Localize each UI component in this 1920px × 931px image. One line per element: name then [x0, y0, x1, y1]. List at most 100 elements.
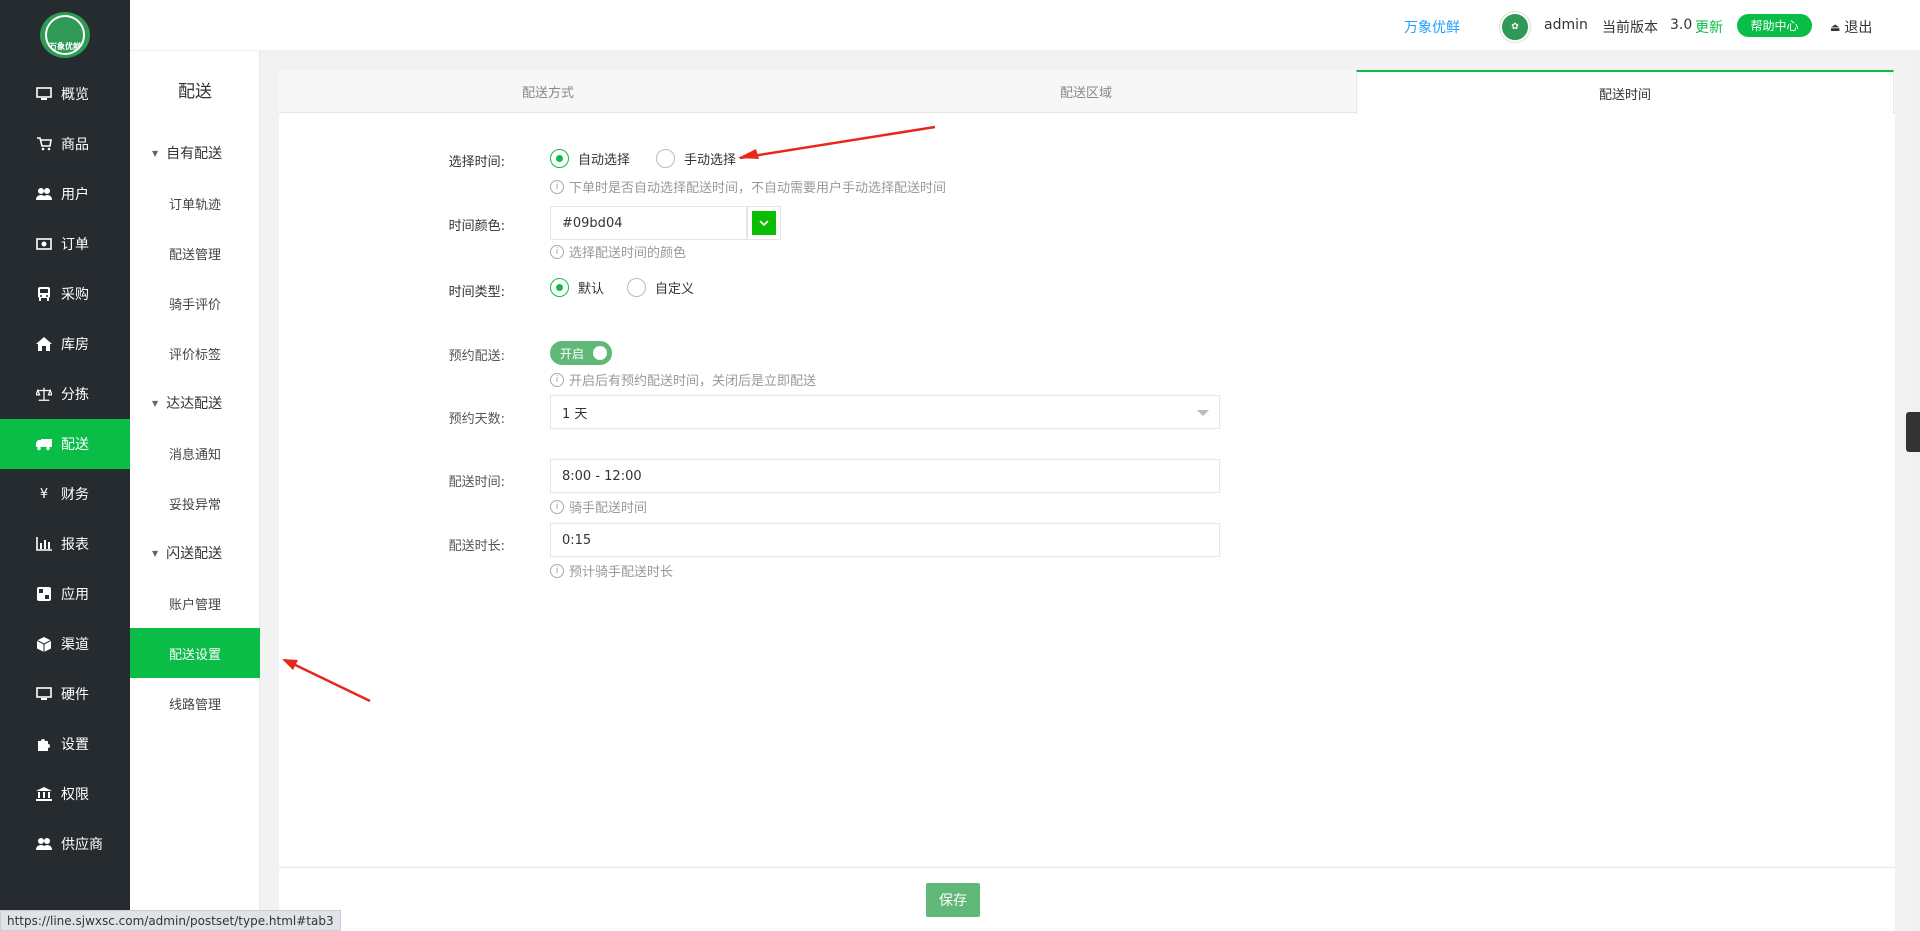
radio-label: 手动选择 — [684, 153, 737, 168]
elephant-logo-icon: ✿ — [1511, 22, 1519, 32]
nav-item-users[interactable]: 用户 — [0, 169, 130, 219]
main-nav: 万象优鲜 概览 商品 用户 订单 采购 库房 分拣 配送 ¥ 财务 报表 应用 … — [0, 0, 130, 931]
info-icon: i — [550, 563, 564, 578]
group-label: 闪送配送 — [166, 546, 223, 562]
nav-item-warehouse[interactable]: 库房 — [0, 319, 130, 369]
color-picker-button[interactable] — [747, 206, 781, 240]
info-icon: i — [550, 372, 564, 387]
reserve-days-label: 预约天数: — [448, 412, 505, 427]
nav-label: 应用 — [61, 587, 89, 603]
nav-item-suppliers[interactable]: 供应商 — [0, 819, 130, 869]
group-label: 自有配送 — [166, 146, 223, 162]
nav-label: 权限 — [61, 787, 89, 803]
logout-icon: ⏏ — [1830, 20, 1841, 34]
nav-item-reports[interactable]: 报表 — [0, 519, 130, 569]
nav-item-finance[interactable]: ¥ 财务 — [0, 469, 130, 519]
cube-icon — [36, 636, 52, 652]
time-color-label: 时间颜色: — [448, 219, 505, 234]
delivery-time-label: 配送时间: — [448, 475, 505, 490]
subnav-item-review-tags[interactable]: 评价标签 — [130, 328, 260, 378]
brand-logo[interactable]: 万象优鲜 — [40, 12, 90, 58]
reserve-hint: i 开启后有预约配送时间，关闭后是立即配送 — [550, 370, 816, 389]
hint-text: 下单时是否自动选择配送时间，不自动需要用户手动选择配送时间 — [569, 181, 947, 196]
radio-default[interactable]: 默认 — [550, 278, 604, 297]
subnav-item-label: 账户管理 — [168, 597, 221, 613]
nav-item-orders[interactable]: 订单 — [0, 219, 130, 269]
radio-label: 默认 — [578, 282, 605, 297]
subnav-item-label: 骑手评价 — [168, 297, 221, 313]
nav-item-goods[interactable]: 商品 — [0, 119, 130, 169]
delivery-duration-input[interactable]: 0:15 — [550, 523, 1220, 557]
reserve-days-select[interactable]: 1 天 — [550, 395, 1220, 429]
subnav-group-dada[interactable]: ▼ 达达配送 — [152, 393, 222, 413]
delivery-duration-label: 配送时长: — [448, 539, 505, 554]
page-scrollbar[interactable] — [1913, 51, 1920, 931]
subnav-item-rider-review[interactable]: 骑手评价 — [130, 278, 260, 328]
radio-manual-select[interactable]: 手动选择 — [656, 149, 736, 168]
puzzle-icon — [36, 736, 52, 752]
tab-delivery-area[interactable]: 配送区域 — [817, 70, 1355, 113]
hint-text: 开启后有预约配送时间，关闭后是立即配送 — [569, 374, 817, 389]
logout-label: 退出 — [1844, 20, 1873, 36]
subnav-item-label: 消息通知 — [168, 447, 221, 463]
delivery-time-input[interactable]: 8:00 - 12:00 — [550, 459, 1220, 493]
settings-panel: 配送方式 配送区域 配送时间 选择时间: 自动选择 手动选择 i 下单时是否自动选… — [279, 70, 1895, 931]
time-color-value: #09bd04 — [562, 215, 623, 231]
subnav-title: 配送 — [178, 82, 212, 102]
nav-item-permissions[interactable]: 权限 — [0, 769, 130, 819]
nav-label: 硬件 — [61, 687, 89, 703]
subnav-item-routes[interactable]: 线路管理 — [130, 678, 260, 728]
hint-text: 预计骑手配送时长 — [569, 565, 674, 580]
switch-knob — [593, 346, 607, 360]
nav-label: 供应商 — [61, 837, 103, 853]
subnav-item-delivery-manage[interactable]: 配送管理 — [130, 228, 260, 278]
subnav-item-delivery-exceptions[interactable]: 妥投异常 — [130, 478, 260, 528]
subnav-item-account[interactable]: 账户管理 — [130, 578, 260, 628]
side-drawer-handle[interactable] — [1906, 412, 1920, 452]
nav-item-hardware[interactable]: 硬件 — [0, 669, 130, 719]
nav-item-overview[interactable]: 概览 — [0, 69, 130, 119]
radio-auto-select[interactable]: 自动选择 — [550, 149, 630, 168]
nav-item-purchase[interactable]: 采购 — [0, 269, 130, 319]
nav-label: 用户 — [61, 187, 89, 203]
tab-bar: 配送方式 配送区域 配送时间 — [279, 70, 1895, 114]
caret-down-icon: ▼ — [152, 398, 159, 408]
save-button[interactable]: 保存 — [926, 883, 980, 917]
nav-item-sorting[interactable]: 分拣 — [0, 369, 130, 419]
caret-down-icon: ▼ — [152, 548, 159, 558]
delivery-time-hint: i 骑手配送时间 — [550, 497, 647, 516]
nav-label: 报表 — [61, 537, 89, 553]
tab-delivery-method[interactable]: 配送方式 — [279, 70, 817, 113]
reserve-toggle[interactable]: 开启 — [550, 341, 612, 365]
radio-custom[interactable]: 自定义 — [627, 278, 694, 297]
tab-delivery-time[interactable]: 配送时间 — [1356, 70, 1894, 114]
nav-item-settings[interactable]: 设置 — [0, 719, 130, 769]
users-icon — [36, 186, 52, 202]
brand-link[interactable]: 万象优鲜 — [1404, 17, 1460, 37]
subnav-group-flash[interactable]: ▼ 闪送配送 — [152, 543, 222, 563]
username[interactable]: admin — [1544, 17, 1588, 33]
users-icon — [36, 836, 52, 852]
help-center-button[interactable]: 帮助中心 — [1737, 14, 1812, 37]
nav-item-channels[interactable]: 渠道 — [0, 619, 130, 669]
subnav-group-own-delivery[interactable]: ▼ 自有配送 — [152, 143, 222, 163]
select-time-label: 选择时间: — [448, 155, 505, 170]
update-link[interactable]: 更新 — [1695, 17, 1723, 37]
subnav-item-delivery-settings[interactable]: 配送设置 — [130, 628, 260, 678]
subnav-item-notifications[interactable]: 消息通知 — [130, 428, 260, 478]
time-color-input[interactable]: #09bd04 — [550, 206, 747, 240]
radio-circle — [550, 149, 569, 168]
avatar[interactable]: ✿ — [1500, 12, 1530, 42]
top-header: 万象优鲜 ✿ admin 当前版本 3.0 更新 帮助中心 ⏏ 退出 — [130, 0, 1920, 51]
nav-item-apps[interactable]: 应用 — [0, 569, 130, 619]
delivery-duration-value: 0:15 — [562, 532, 592, 548]
nav-item-delivery[interactable]: 配送 — [0, 419, 130, 469]
info-icon: i — [550, 499, 564, 514]
delivery-time-value: 8:00 - 12:00 — [562, 468, 642, 484]
nav-label: 商品 — [61, 137, 89, 153]
logout-button[interactable]: ⏏ 退出 — [1830, 17, 1872, 37]
nav-label: 分拣 — [61, 387, 89, 403]
form-footer: 保存 — [279, 867, 1895, 931]
subnav-item-order-track[interactable]: 订单轨迹 — [130, 178, 260, 228]
radio-circle — [627, 278, 646, 297]
